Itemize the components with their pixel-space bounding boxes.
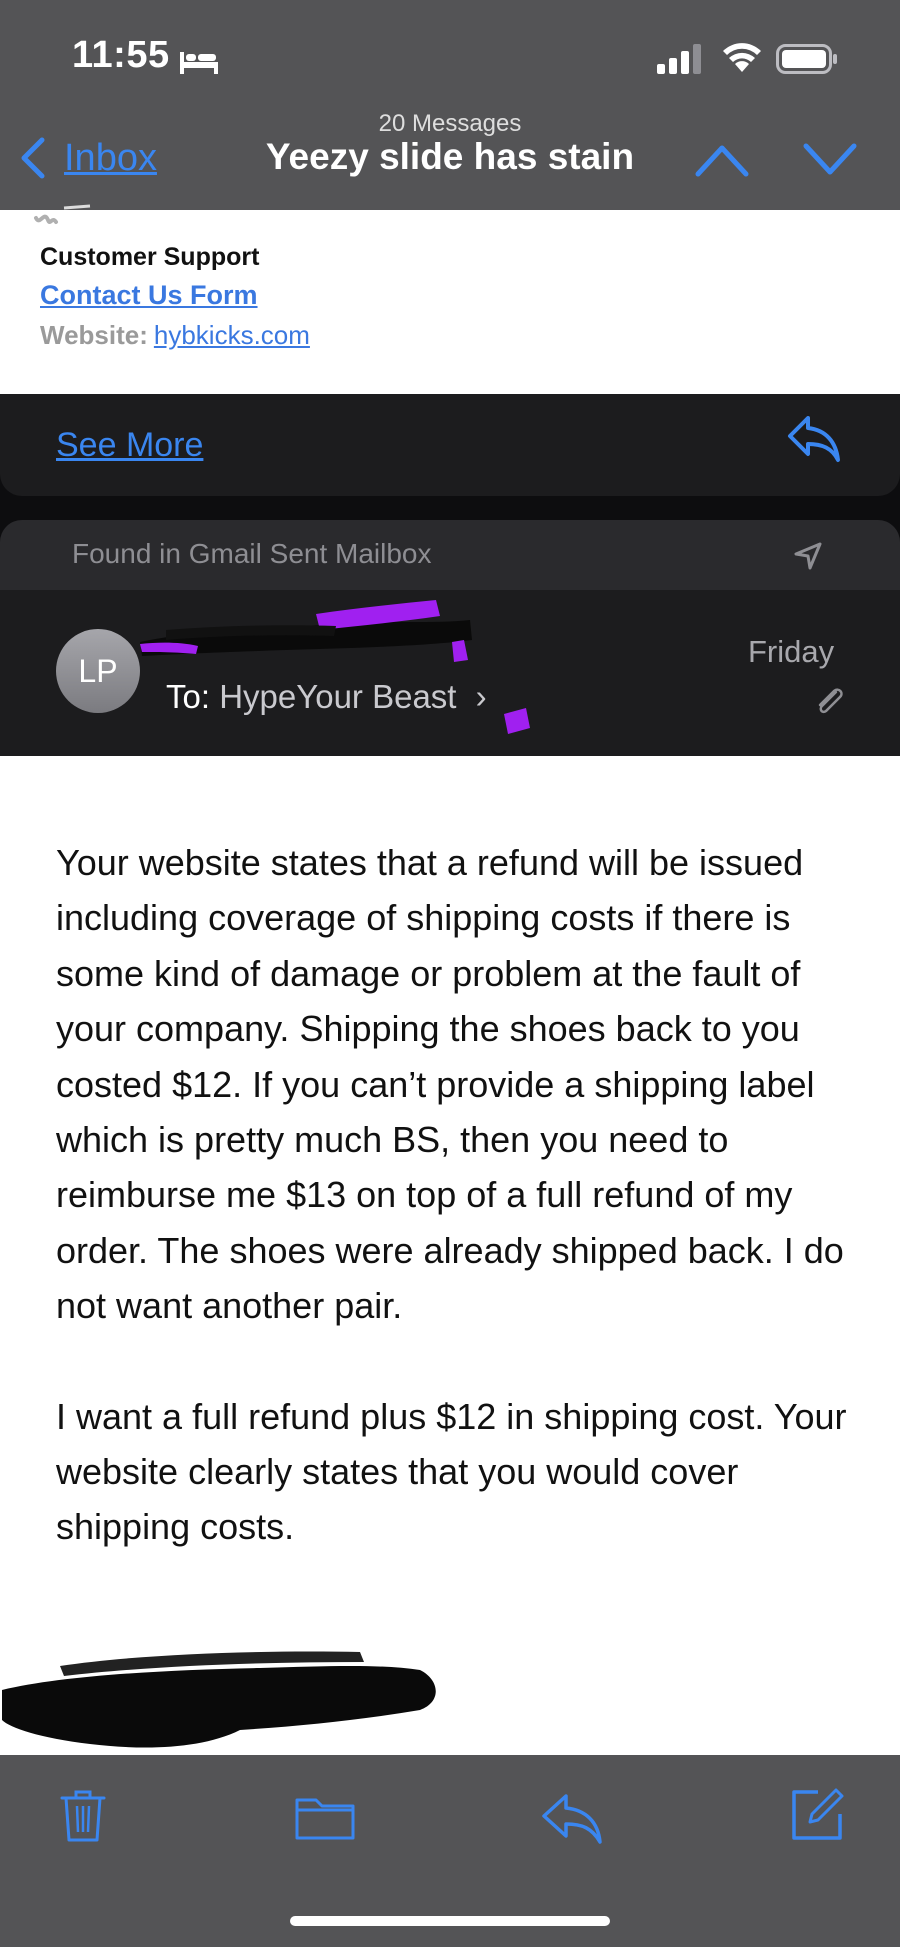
attachment-icon	[818, 688, 843, 714]
signature-name: Customer Support	[40, 243, 260, 271]
signature-redaction	[2, 1651, 436, 1748]
message-count: 20 Messages	[378, 110, 522, 137]
message-body: Your website states that a refund will b…	[56, 835, 876, 1555]
thread-subject: Yeezy slide has stain	[265, 136, 635, 177]
reply-icon[interactable]	[786, 414, 842, 464]
status-time: 11:55	[72, 34, 170, 76]
recipient-name: HypeYour Beast	[219, 678, 457, 715]
folder-icon[interactable]	[294, 1794, 356, 1842]
body-paragraph: Your website states that a refund will b…	[56, 842, 844, 1327]
reply-icon[interactable]	[540, 1790, 604, 1846]
website-link[interactable]: hybkicks.com	[154, 320, 310, 350]
next-message-button[interactable]	[802, 138, 858, 182]
wifi-icon	[723, 43, 761, 72]
sleep-focus-icon	[180, 52, 218, 74]
signature-image	[34, 204, 91, 224]
sender-redaction	[140, 600, 472, 662]
message-date: Friday	[748, 634, 835, 669]
avatar: LP	[56, 629, 140, 713]
back-to-inbox-button[interactable]: Inbox	[18, 130, 157, 186]
see-more-link[interactable]: See More	[56, 426, 203, 465]
website-label: Website:	[40, 320, 148, 350]
redaction-mark	[504, 708, 530, 734]
found-in-mailbox-text: Found in Gmail Sent Mailbox	[72, 538, 432, 569]
send-icon	[794, 542, 822, 570]
trash-icon[interactable]	[58, 1788, 108, 1844]
chevron-right-icon: ›	[475, 678, 487, 715]
compose-icon[interactable]	[788, 1786, 846, 1844]
body-paragraph: I want a full refund plus $12 in shippin…	[56, 1395, 847, 1548]
previous-message-button[interactable]	[694, 138, 750, 182]
website-line: Website: hybkicks.com	[40, 320, 310, 351]
cellular-signal-icon	[657, 44, 701, 74]
chevron-left-icon	[21, 137, 45, 179]
back-label: Inbox	[64, 136, 157, 179]
battery-icon	[776, 44, 837, 74]
recipient-line[interactable]: To: HypeYour Beast ›	[166, 678, 487, 716]
contact-us-link[interactable]: Contact Us Form	[40, 280, 258, 311]
home-indicator[interactable]	[290, 1916, 610, 1926]
to-prefix: To:	[166, 678, 211, 715]
